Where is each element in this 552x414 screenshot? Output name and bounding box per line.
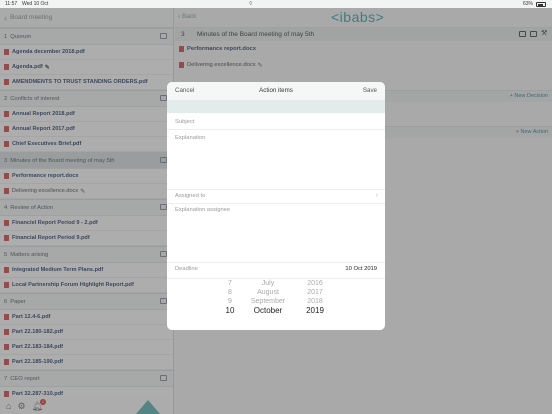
subject-placeholder: Subject bbox=[175, 119, 195, 125]
picker-option[interactable]: August bbox=[247, 288, 289, 297]
battery-percent: 63% bbox=[522, 1, 533, 7]
status-date: Wed 10 Oct bbox=[22, 1, 49, 7]
picker-option[interactable]: 7 bbox=[223, 279, 237, 288]
status-bar: 11:57 Wed 10 Oct ⌔ 63% bbox=[0, 0, 552, 8]
status-time: 11:57 bbox=[5, 1, 18, 7]
picker-option[interactable]: July bbox=[247, 279, 289, 288]
picker-option[interactable]: 2017 bbox=[301, 288, 329, 297]
picker-option[interactable]: 2019 bbox=[301, 306, 329, 315]
picker-option[interactable]: October bbox=[247, 306, 289, 315]
deadline-value: 10 Oct 2019 bbox=[345, 266, 377, 272]
wifi-icon: ⌔ bbox=[248, 1, 254, 7]
explanation-assignee-field[interactable]: Explanation assignee bbox=[167, 204, 385, 263]
picker-option[interactable]: 2018 bbox=[301, 297, 329, 306]
assigned-to-row[interactable]: Assigned to › bbox=[167, 190, 385, 204]
modal-subheader bbox=[167, 100, 385, 113]
explanation-assignee-placeholder: Explanation assignee bbox=[175, 207, 231, 213]
subject-field[interactable]: Subject bbox=[167, 113, 385, 130]
picker-option[interactable]: 9 bbox=[223, 297, 237, 306]
battery-icon bbox=[536, 1, 546, 7]
picker-option[interactable]: 8 bbox=[223, 288, 237, 297]
explanation-placeholder: Explanation bbox=[175, 135, 206, 141]
picker-option[interactable]: September bbox=[247, 297, 289, 306]
modal-title: Action items bbox=[259, 87, 293, 94]
picker-day-column[interactable]: 7 8 9 10 bbox=[223, 279, 237, 315]
explanation-field[interactable]: Explanation bbox=[167, 130, 385, 190]
deadline-row[interactable]: Deadline 10 Oct 2019 bbox=[167, 263, 385, 279]
chevron-right-icon: › bbox=[375, 192, 378, 199]
picker-option[interactable]: 10 bbox=[223, 306, 237, 315]
picker-option[interactable]: 2016 bbox=[301, 279, 329, 288]
assigned-to-label: Assigned to bbox=[175, 193, 206, 199]
action-items-modal: Cancel Action items Save Subject Explana… bbox=[167, 82, 385, 330]
picker-year-column[interactable]: 2016 2017 2018 2019 bbox=[301, 279, 329, 315]
modal-backdrop-left bbox=[0, 8, 174, 414]
picker-month-column[interactable]: July August September October bbox=[247, 279, 289, 315]
modal-header: Cancel Action items Save bbox=[167, 82, 385, 100]
date-picker[interactable]: 7 8 9 10 July August September October 2016 201… bbox=[167, 279, 385, 319]
deadline-label: Deadline bbox=[175, 266, 198, 272]
save-button[interactable]: Save bbox=[363, 87, 377, 94]
